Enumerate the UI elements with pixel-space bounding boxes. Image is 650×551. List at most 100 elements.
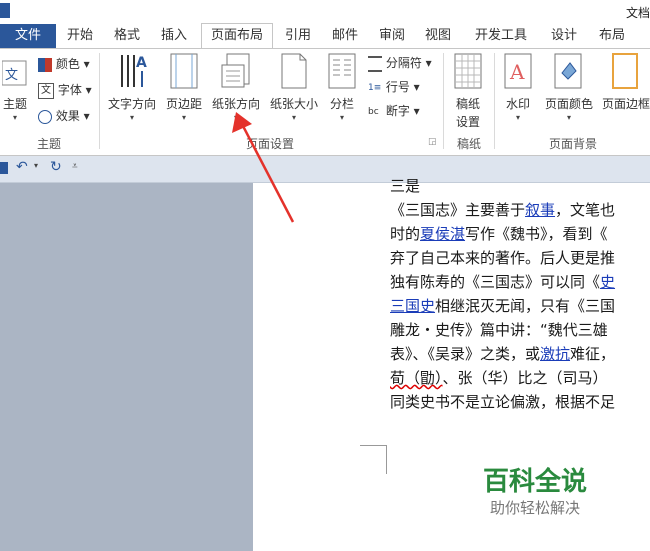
document-line: 荀（勖）、张（华）比之（司马）: [390, 367, 608, 388]
document-line: 三是: [390, 175, 420, 196]
tab-file[interactable]: 文件: [0, 24, 56, 48]
tab-insert[interactable]: 插入: [154, 24, 194, 48]
save-icon[interactable]: [0, 162, 8, 174]
tab-review[interactable]: 审阅: [372, 24, 412, 48]
size-label: 纸张大小: [269, 97, 318, 111]
themes-label: 主题: [2, 97, 27, 111]
document-line: 表》、《吴录》之类，或激抗难征，: [390, 343, 615, 364]
page-color-label: 页面颜色: [544, 97, 593, 111]
svg-text:A: A: [136, 55, 147, 71]
spelling-error-text[interactable]: 荀（勖）: [390, 369, 443, 387]
text-run: ，文笔也: [555, 201, 616, 219]
watermark-subtitle: 助你轻松解决: [490, 499, 581, 517]
columns-dropdown-icon: ▾: [339, 113, 344, 122]
window-title: 文档: [625, 6, 650, 20]
tab-page-layout[interactable]: 页面布局: [201, 23, 273, 49]
ribbon-tab-bar: 文件 开始 格式 插入 页面布局 引用 邮件 审阅 视图 开发工具 设计 布局: [0, 23, 650, 49]
hyperlink[interactable]: 叙事: [525, 201, 555, 219]
customize-qat-icon[interactable]: ⩡: [72, 161, 78, 172]
text-direction-icon: A: [121, 55, 147, 87]
draft-paper-label: 稿纸: [455, 97, 480, 111]
text-run: 独有陈寿的《三国志》可以同《: [390, 273, 601, 291]
watermark-title: 百科全说: [483, 467, 588, 497]
tab-format[interactable]: 格式: [108, 24, 146, 48]
theme-fonts-button[interactable]: 文 字体 ▾: [38, 81, 92, 99]
theme-fonts-label: 字体: [57, 83, 82, 97]
word-app-icon[interactable]: [0, 3, 10, 18]
page-color-dropdown-icon: ▾: [566, 113, 571, 122]
paint-bucket-icon: [554, 53, 582, 89]
svg-text:文: 文: [5, 68, 18, 83]
group-divider: [494, 53, 495, 149]
text-run: 《三国志》主要善于: [390, 201, 526, 219]
tab-view[interactable]: 视图: [420, 24, 456, 48]
effects-icon: [38, 109, 52, 124]
document-line: 弃了自己本来的著作。后人更是推: [390, 247, 615, 268]
title-bar: 文档: [0, 0, 650, 24]
draft-paper-icon: [454, 53, 482, 89]
group-label-page-background: 页面背景: [548, 137, 597, 151]
svg-text:A: A: [509, 60, 525, 84]
themes-icon: 文: [2, 60, 27, 86]
text-run: 弃了自己本来的著作。后人更是推: [390, 249, 616, 267]
hyperlink[interactable]: 夏侯湛: [420, 225, 465, 243]
tab-references[interactable]: 引用: [279, 24, 317, 48]
watermark-icon: A: [504, 53, 532, 89]
columns-icon: [328, 53, 356, 89]
page-borders-label: 页面边框: [602, 97, 650, 111]
font-icon: 文: [38, 82, 54, 99]
hyperlink[interactable]: 史: [600, 273, 615, 291]
watermark-label: 水印: [505, 97, 530, 111]
margin-corner-mark: [360, 445, 387, 474]
tab-design[interactable]: 设计: [544, 24, 584, 48]
page-borders-icon: [612, 53, 638, 89]
breaks-icon: [368, 55, 382, 72]
document-line: 独有陈寿的《三国志》可以同《史: [390, 271, 615, 292]
hyphenation-label: 断字: [385, 104, 410, 118]
line-numbers-button[interactable]: 1≡ 行号 ▾: [368, 78, 420, 95]
group-label-draft: 稿纸: [456, 137, 481, 151]
hyphenation-button[interactable]: bc 断字 ▾: [368, 102, 420, 119]
document-line: 《三国志》主要善于叙事，文笔也: [390, 199, 615, 220]
quick-access-toolbar: ↶ ▾ ↻ ⩡: [0, 156, 650, 183]
orientation-dropdown-icon: ▾: [233, 113, 238, 122]
text-direction-dropdown-icon: ▾: [129, 113, 134, 122]
columns-label: 分栏: [329, 97, 354, 111]
document-page[interactable]: 三是 《三国志》主要善于叙事，文笔也 时的夏侯湛写作《魏书》，看到《 弃了自己本来的著…: [253, 177, 650, 551]
hyperlink[interactable]: 激抗: [540, 345, 570, 363]
undo-icon[interactable]: ↶: [16, 159, 28, 175]
text-run: 雕龙・史传》篇中讲：“魏代三雄: [390, 321, 608, 339]
tab-home[interactable]: 开始: [60, 24, 100, 48]
line-numbers-icon: 1≡: [368, 82, 382, 93]
theme-effects-button[interactable]: 效果 ▾: [38, 107, 90, 124]
document-line: 三国史相继泯灭无闻，只有《三国: [390, 295, 615, 316]
themes-dropdown-icon: ▾: [12, 113, 17, 122]
color-palette-icon: [38, 57, 52, 72]
document-line: 时的夏侯湛写作《魏书》，看到《: [390, 223, 608, 244]
hyperlink[interactable]: 三国史: [390, 297, 435, 315]
tab-mailings[interactable]: 邮件: [325, 24, 365, 48]
text-run: 难征，: [570, 345, 616, 363]
text-run: 三是: [390, 177, 421, 195]
page-setup-dialog-launcher-icon[interactable]: ◲: [428, 137, 437, 147]
group-label-page-setup: 页面设置: [245, 137, 294, 151]
text-run: 表》、《吴录》之类，或: [390, 345, 541, 363]
theme-colors-button[interactable]: 颜色 ▾: [38, 55, 90, 72]
group-label-themes: 主题: [36, 137, 61, 151]
tab-layout[interactable]: 布局: [592, 24, 632, 48]
redo-icon[interactable]: ↻: [50, 159, 62, 175]
watermark-dropdown-icon: ▾: [515, 113, 520, 122]
size-dropdown-icon: ▾: [291, 113, 296, 122]
document-line: 同类史书不是立论偏激，根据不足: [390, 391, 615, 412]
undo-dropdown-icon[interactable]: ▾: [34, 161, 38, 170]
breaks-button[interactable]: 分隔符 ▾: [368, 54, 432, 72]
theme-effects-label: 效果: [55, 109, 80, 123]
margins-dropdown-icon: ▾: [181, 113, 186, 122]
text-direction-label: 文字方向: [107, 97, 156, 111]
hyphenation-icon: bc: [368, 106, 379, 117]
text-run: 写作《魏书》，看到《: [465, 225, 608, 243]
line-numbers-label: 行号: [385, 80, 410, 94]
margins-icon: [170, 53, 198, 89]
tab-developer[interactable]: 开发工具: [466, 24, 536, 48]
page-size-icon: [281, 53, 307, 89]
